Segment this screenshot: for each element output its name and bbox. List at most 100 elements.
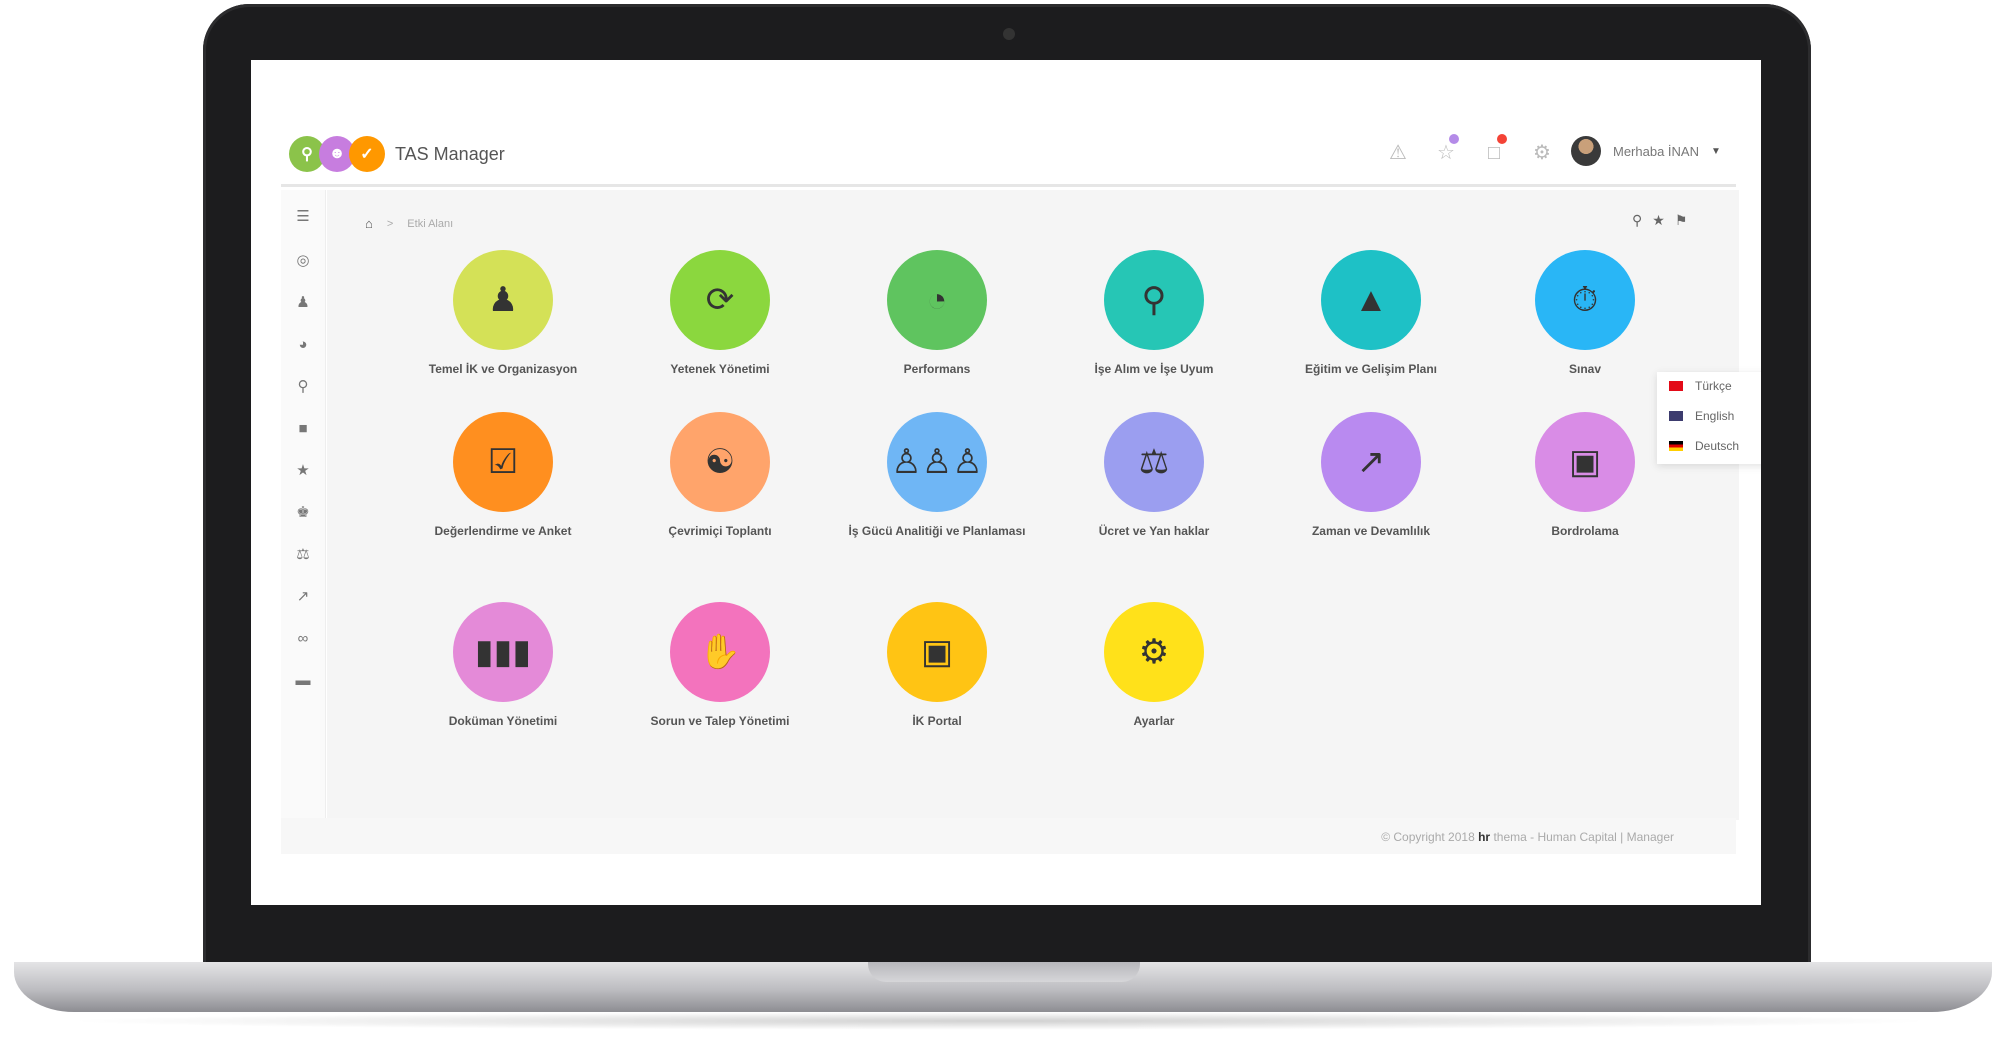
module-label: Sorun ve Talep Yönetimi xyxy=(650,714,790,728)
footer: © Copyright 2018 hr thema - Human Capita… xyxy=(281,818,1736,854)
favorites-icon[interactable]: ☆ xyxy=(1433,134,1459,166)
language-label: Türkçe xyxy=(1695,379,1732,393)
brand-suffix: - Human Capital | Manager xyxy=(1530,830,1674,844)
language-label: English xyxy=(1695,409,1735,423)
graduation-cap-icon: ▲ xyxy=(1321,250,1421,350)
module-tile[interactable]: ✋ Sorun ve Talep Yönetimi xyxy=(610,602,830,752)
home-icon[interactable]: ⌂ xyxy=(365,216,373,231)
module-tile[interactable]: ⚲ İşe Alım ve İşe Uyum xyxy=(1044,250,1264,400)
module-label: İK Portal xyxy=(912,714,962,728)
module-label: Değerlendirme ve Anket xyxy=(434,524,572,538)
header-divider xyxy=(281,184,1736,187)
language-option-deutsch[interactable]: Deutsch xyxy=(1669,436,1739,456)
screen: ⚲ ☻ ✓ TAS Manager ⚠ ☆ □ ⚙ Merhaba İNAN ▼… xyxy=(251,60,1761,905)
user-icon[interactable]: ♟ xyxy=(281,288,325,318)
award-icon[interactable]: ★ xyxy=(281,456,325,486)
folder-icon[interactable]: ▬ xyxy=(281,666,325,696)
document-alert-icon[interactable]: □ xyxy=(1481,134,1507,166)
gear-icon[interactable]: ⚙ xyxy=(1529,140,1555,166)
camera xyxy=(1003,28,1015,40)
search-icon[interactable]: ⚲ xyxy=(1632,212,1642,229)
module-label: Ayarlar xyxy=(1133,714,1175,728)
sidebar: ☰ ◎ ♟ ◕ ⚲ ■ ★ ♚ ⚖ ↗ ∞ ▬ xyxy=(281,190,326,820)
search-person-icon: ⚲ xyxy=(1104,250,1204,350)
module-label: Ücret ve Yan haklar xyxy=(1098,524,1210,538)
time-chart-icon: ↗ xyxy=(1321,412,1421,512)
app-title: TAS Manager xyxy=(395,143,505,164)
education-icon[interactable]: ■ xyxy=(281,414,325,444)
meeting-icon: ☯ xyxy=(670,412,770,512)
module-tile[interactable]: ♙♙♙ İş Gücü Analitiği ve Planlaması xyxy=(827,412,1047,562)
recruitment-icon[interactable]: ⚲ xyxy=(281,372,325,402)
copyright: © Copyright 2018 hr thema - Human Capita… xyxy=(1381,830,1674,844)
puzzle-hand-icon: ✋ xyxy=(670,602,770,702)
module-label: Doküman Yönetimi xyxy=(448,714,558,728)
exam-icon: ⏱ xyxy=(1535,250,1635,350)
flag-de-icon xyxy=(1669,441,1683,451)
module-tile[interactable]: ☑ Değerlendirme ve Anket xyxy=(393,412,613,562)
module-label: Çevrimiçi Toplantı xyxy=(668,524,772,538)
dashboard-icon[interactable]: ◎ xyxy=(281,246,325,276)
person-icon: ♟ xyxy=(453,250,553,350)
module-label: Zaman ve Devamlılık xyxy=(1311,524,1431,538)
module-label: Yetenek Yönetimi xyxy=(670,362,770,376)
module-tile[interactable]: ↗ Zaman ve Devamlılık xyxy=(1261,412,1481,562)
laptop-notch xyxy=(868,962,1140,982)
module-label: Performans xyxy=(903,362,971,376)
language-option-english[interactable]: English xyxy=(1669,406,1734,426)
module-label: Eğitim ve Gelişim Planı xyxy=(1304,362,1438,376)
menu-icon[interactable]: ☰ xyxy=(281,202,325,232)
documents-badge xyxy=(1497,134,1507,144)
module-label: Temel İK ve Organizasyon xyxy=(428,362,578,376)
language-option-turkce[interactable]: Türkçe xyxy=(1669,376,1732,396)
module-tile[interactable]: ▣ İK Portal xyxy=(827,602,1047,752)
monitor-globe-icon: ▣ xyxy=(887,602,987,702)
binders-icon: ▮▮▮ xyxy=(453,602,553,702)
money-stack-icon: ▣ xyxy=(1535,412,1635,512)
check-logo-icon: ✓ xyxy=(349,136,385,172)
app-logo[interactable]: ⚲ ☻ ✓ TAS Manager xyxy=(289,134,505,174)
star-icon[interactable]: ★ xyxy=(1652,212,1665,229)
chevron-down-icon: ▼ xyxy=(1710,145,1721,157)
link-icon[interactable]: ∞ xyxy=(281,624,325,654)
bell-icon[interactable]: ⚠ xyxy=(1385,140,1411,166)
performance-icon[interactable]: ◕ xyxy=(281,330,325,360)
chart-icon[interactable]: ↗ xyxy=(281,582,325,612)
scale-icon: ⚖ xyxy=(1104,412,1204,512)
user-greeting: Merhaba İNAN xyxy=(1613,143,1699,159)
brand-hr: hr xyxy=(1478,830,1491,844)
balance-icon[interactable]: ⚖ xyxy=(281,540,325,570)
group-icon[interactable]: ♚ xyxy=(281,498,325,528)
gauge-icon: ◔ xyxy=(887,250,987,350)
laptop-shadow xyxy=(60,1012,1940,1030)
talent-cycle-icon: ⟳ xyxy=(670,250,770,350)
module-label: Bordrolama xyxy=(1551,524,1619,538)
page-tools: ⚲ ★ ⚑ xyxy=(1632,212,1687,229)
settings-gear-icon: ⚙ xyxy=(1104,602,1204,702)
brand-name: thema xyxy=(1493,830,1527,844)
user-menu[interactable]: Merhaba İNAN ▼ xyxy=(1571,136,1721,166)
workforce-icon: ♙♙♙ xyxy=(887,412,987,512)
module-tile[interactable]: ◔ Performans xyxy=(827,250,1047,400)
flag-us-icon xyxy=(1669,411,1683,421)
flag-tr-icon xyxy=(1669,381,1683,391)
module-label: İşe Alım ve İşe Uyum xyxy=(1094,362,1214,376)
copyright-text: © Copyright 2018 xyxy=(1381,830,1475,844)
module-tile[interactable]: ⟳ Yetenek Yönetimi xyxy=(610,250,830,400)
module-tile[interactable]: ☯ Çevrimiçi Toplantı xyxy=(610,412,830,562)
module-tile[interactable]: ▲ Eğitim ve Gelişim Planı xyxy=(1261,250,1481,400)
header-icons: ⚠ ☆ □ ⚙ xyxy=(1385,134,1555,166)
module-label: İş Gücü Analitiği ve Planlaması xyxy=(848,524,1026,538)
flag-icon[interactable]: ⚑ xyxy=(1675,212,1688,229)
top-bar: ⚲ ☻ ✓ TAS Manager ⚠ ☆ □ ⚙ Merhaba İNAN ▼ xyxy=(281,130,1731,176)
breadcrumb-current[interactable]: Etki Alanı xyxy=(407,218,453,230)
clipboard-check-icon: ☑ xyxy=(453,412,553,512)
main-content: ⌂ > Etki Alanı ⚲ ★ ⚑ ♟ Temel İK ve Organ… xyxy=(327,190,1761,820)
module-tile[interactable]: ⚖ Ücret ve Yan haklar xyxy=(1044,412,1264,562)
breadcrumb: ⌂ > Etki Alanı xyxy=(365,216,453,231)
module-tile[interactable]: ⚙ Ayarlar xyxy=(1044,602,1264,752)
avatar xyxy=(1571,136,1601,166)
module-tile[interactable]: ♟ Temel İK ve Organizasyon xyxy=(393,250,613,400)
module-tile[interactable]: ▮▮▮ Doküman Yönetimi xyxy=(393,602,613,752)
language-label: Deutsch xyxy=(1695,439,1740,453)
